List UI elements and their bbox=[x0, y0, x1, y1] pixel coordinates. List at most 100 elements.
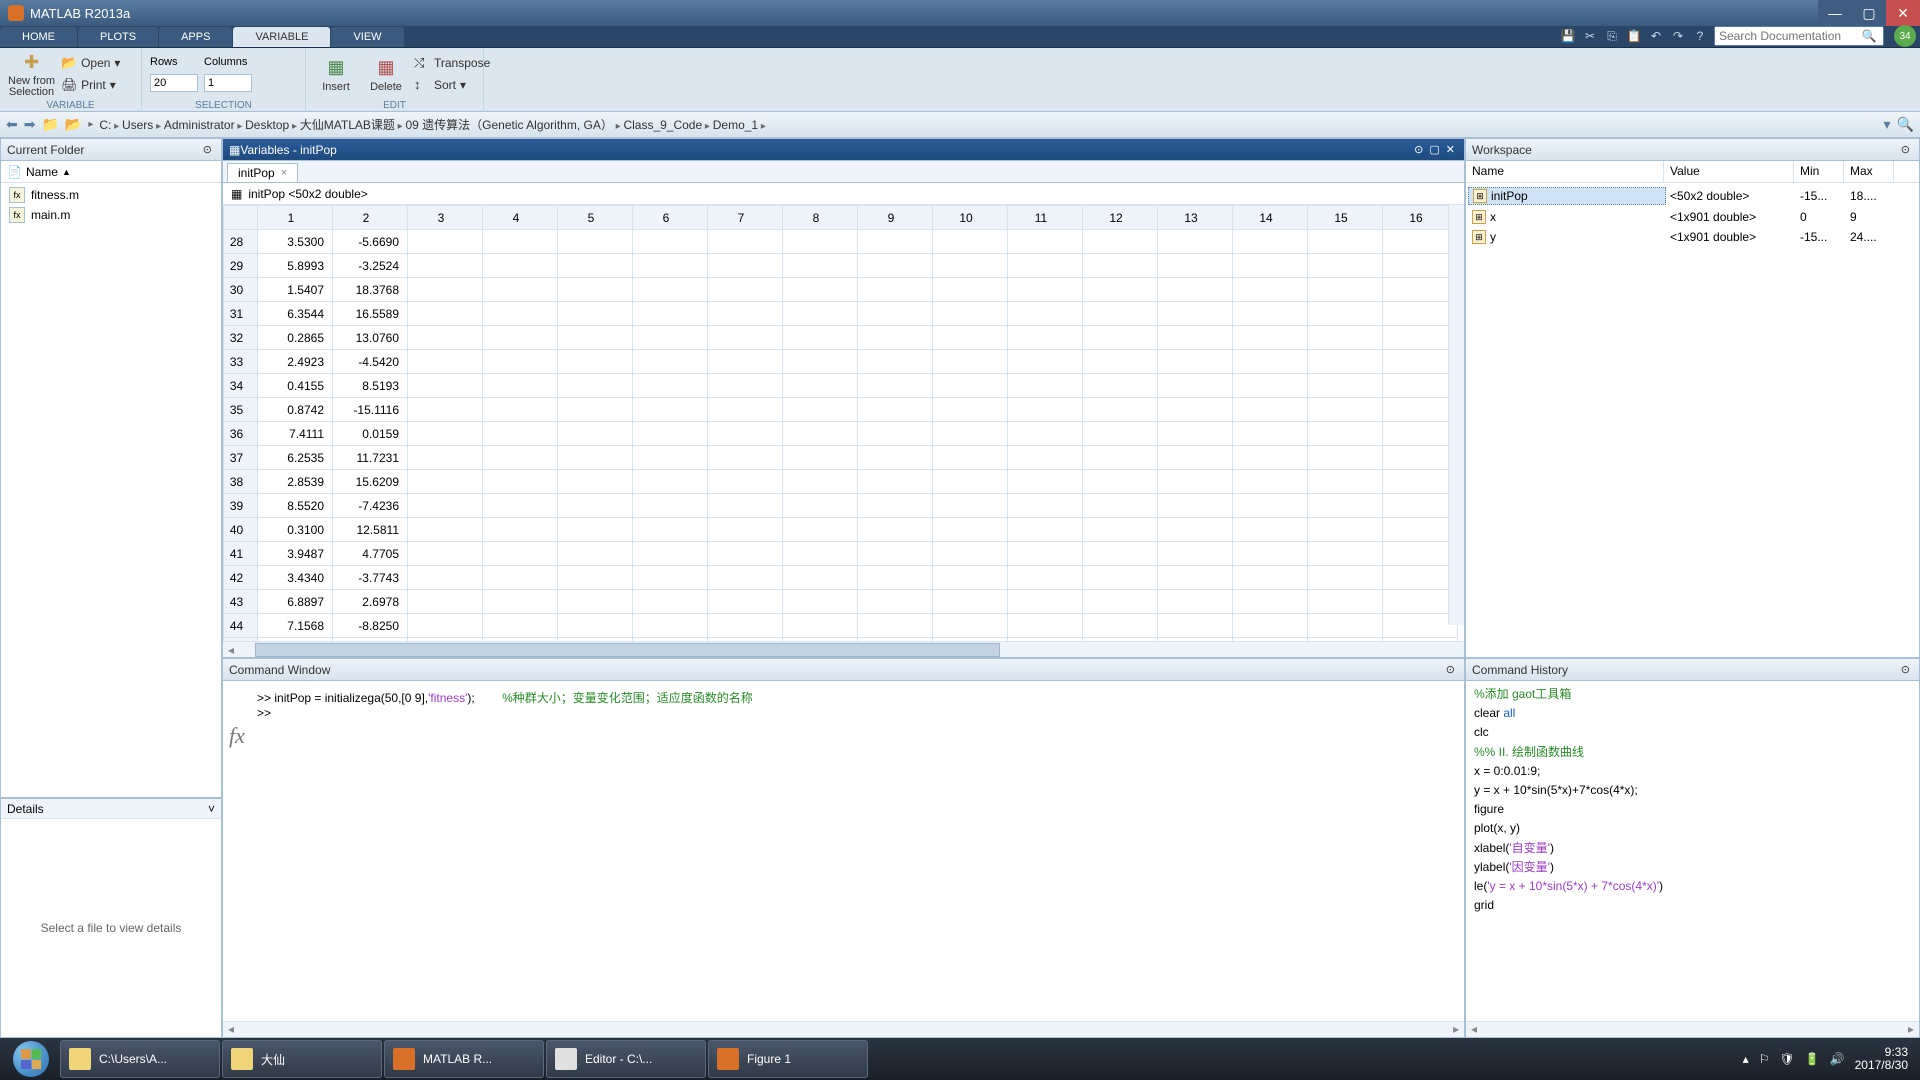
history-line[interactable]: y = x + 10*sin(5*x)+7*cos(4*x); bbox=[1474, 781, 1911, 800]
grid-cell[interactable] bbox=[1008, 470, 1083, 494]
grid-cell[interactable] bbox=[783, 374, 858, 398]
grid-row[interactable]: 436.88972.6978 bbox=[224, 590, 1458, 614]
grid-cell[interactable] bbox=[1383, 518, 1458, 542]
grid-cell[interactable] bbox=[1233, 350, 1308, 374]
grid-cell[interactable] bbox=[1383, 470, 1458, 494]
grid-cell[interactable] bbox=[1308, 638, 1383, 642]
save-icon[interactable]: 💾 bbox=[1560, 28, 1576, 44]
breadcrumb[interactable]: 09 遗传算法（Genetic Algorithm, GA） bbox=[405, 118, 612, 132]
grid-cell[interactable] bbox=[708, 278, 783, 302]
grid-cell[interactable] bbox=[1158, 398, 1233, 422]
grid-cell[interactable] bbox=[408, 614, 483, 638]
search-icon[interactable]: 🔍 bbox=[1859, 29, 1879, 43]
grid-cell[interactable] bbox=[408, 470, 483, 494]
grid-cell[interactable] bbox=[933, 518, 1008, 542]
grid-cell[interactable]: 7.4111 bbox=[258, 422, 333, 446]
row-number[interactable]: 30 bbox=[224, 278, 258, 302]
grid-cell[interactable] bbox=[1083, 278, 1158, 302]
grid-cell[interactable] bbox=[483, 398, 558, 422]
grid-cell[interactable] bbox=[1008, 518, 1083, 542]
grid-cell[interactable] bbox=[1083, 326, 1158, 350]
workspace-row[interactable]: ⊞initPop<50x2 double>-15...18.... bbox=[1468, 185, 1917, 207]
grid-cell[interactable] bbox=[1083, 446, 1158, 470]
grid-cell[interactable] bbox=[858, 614, 933, 638]
row-number[interactable]: 44 bbox=[224, 614, 258, 638]
column-header[interactable]: 11 bbox=[1008, 206, 1083, 230]
row-number[interactable]: 29 bbox=[224, 254, 258, 278]
row-number[interactable]: 42 bbox=[224, 566, 258, 590]
grid-cell[interactable] bbox=[933, 350, 1008, 374]
grid-cell[interactable] bbox=[483, 350, 558, 374]
panel-menu-icon[interactable]: ⊙ bbox=[200, 143, 215, 156]
vertical-scrollbar[interactable] bbox=[1448, 205, 1464, 625]
grid-cell[interactable] bbox=[858, 374, 933, 398]
grid-cell[interactable] bbox=[1008, 302, 1083, 326]
grid-cell[interactable] bbox=[558, 230, 633, 254]
grid-cell[interactable] bbox=[1008, 446, 1083, 470]
grid-cell[interactable] bbox=[1008, 590, 1083, 614]
grid-cell[interactable] bbox=[1158, 614, 1233, 638]
grid-cell[interactable] bbox=[1083, 422, 1158, 446]
panel-close-icon[interactable]: ✕ bbox=[1443, 143, 1458, 156]
row-number[interactable]: 36 bbox=[224, 422, 258, 446]
breadcrumb[interactable]: Administrator bbox=[164, 118, 235, 132]
grid-cell[interactable] bbox=[558, 566, 633, 590]
grid-cell[interactable] bbox=[558, 374, 633, 398]
grid-cell[interactable] bbox=[708, 494, 783, 518]
grid-cell[interactable] bbox=[708, 254, 783, 278]
grid-cell[interactable] bbox=[783, 542, 858, 566]
grid-cell[interactable] bbox=[783, 398, 858, 422]
grid-cell[interactable] bbox=[633, 278, 708, 302]
grid-row[interactable]: 301.540718.3768 bbox=[224, 278, 1458, 302]
grid-cell[interactable] bbox=[1158, 566, 1233, 590]
taskbar-app-button[interactable]: 大仙 bbox=[222, 1040, 382, 1078]
browse-icon[interactable]: 📂 bbox=[65, 116, 82, 133]
grid-cell[interactable] bbox=[1233, 590, 1308, 614]
grid-cell[interactable] bbox=[1233, 494, 1308, 518]
grid-cell[interactable] bbox=[558, 254, 633, 278]
row-number[interactable]: 39 bbox=[224, 494, 258, 518]
grid-row[interactable]: 283.5300-5.6690 bbox=[224, 230, 1458, 254]
grid-cell[interactable] bbox=[1308, 614, 1383, 638]
grid-cell[interactable] bbox=[1008, 254, 1083, 278]
grid-cell[interactable] bbox=[933, 302, 1008, 326]
grid-cell[interactable] bbox=[858, 446, 933, 470]
grid-cell[interactable] bbox=[1158, 350, 1233, 374]
grid-cell[interactable] bbox=[1008, 230, 1083, 254]
grid-cell[interactable] bbox=[1083, 590, 1158, 614]
history-line[interactable]: figure bbox=[1474, 800, 1911, 819]
column-header[interactable]: 6 bbox=[633, 206, 708, 230]
grid-cell[interactable] bbox=[1008, 278, 1083, 302]
grid-cell[interactable] bbox=[408, 542, 483, 566]
grid-cell[interactable] bbox=[408, 374, 483, 398]
grid-cell[interactable] bbox=[1233, 326, 1308, 350]
grid-row[interactable]: 295.8993-3.2524 bbox=[224, 254, 1458, 278]
grid-cell[interactable] bbox=[858, 326, 933, 350]
grid-cell[interactable]: 8.5193 bbox=[333, 374, 408, 398]
taskbar-app-button[interactable]: Figure 1 bbox=[708, 1040, 868, 1078]
breadcrumb[interactable]: Desktop bbox=[245, 118, 289, 132]
grid-cell[interactable] bbox=[1083, 350, 1158, 374]
grid-cell[interactable] bbox=[633, 398, 708, 422]
grid-cell[interactable] bbox=[783, 446, 858, 470]
grid-cell[interactable]: -3.7743 bbox=[333, 566, 408, 590]
notifications-badge[interactable]: 34 bbox=[1894, 25, 1916, 47]
main-tab-view[interactable]: VIEW bbox=[331, 27, 403, 47]
grid-cell[interactable] bbox=[633, 230, 708, 254]
grid-cell[interactable] bbox=[483, 278, 558, 302]
grid-cell[interactable]: 2.6978 bbox=[333, 590, 408, 614]
grid-cell[interactable] bbox=[783, 518, 858, 542]
taskbar-app-button[interactable]: C:\Users\A... bbox=[60, 1040, 220, 1078]
grid-cell[interactable] bbox=[1383, 638, 1458, 642]
grid-cell[interactable] bbox=[1308, 590, 1383, 614]
tray-battery-icon[interactable]: 🔋 bbox=[1805, 1052, 1820, 1066]
grid-cell[interactable] bbox=[408, 350, 483, 374]
grid-cell[interactable] bbox=[633, 326, 708, 350]
system-tray[interactable]: ▴ ⚐ 🛡 🔋 🔊 9:33 2017/8/30 bbox=[1735, 1046, 1916, 1072]
column-header[interactable]: 5 bbox=[558, 206, 633, 230]
row-number[interactable]: 37 bbox=[224, 446, 258, 470]
undo-icon[interactable]: ↶ bbox=[1648, 28, 1664, 44]
grid-cell[interactable] bbox=[483, 254, 558, 278]
insert-button[interactable]: ▦Insert bbox=[314, 56, 358, 93]
grid-cell[interactable] bbox=[1158, 590, 1233, 614]
